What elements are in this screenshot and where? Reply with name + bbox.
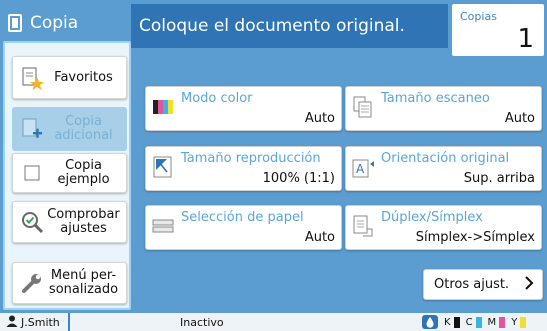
- duplex-simplex-label: Dúplex/Símplex: [381, 210, 483, 225]
- copy-screen: Copia Coloque el documento original. Cop…: [0, 0, 547, 331]
- original-orientation-value: Sup. arriba: [463, 171, 535, 186]
- additional-copy-label: Copia adicional: [54, 114, 113, 143]
- user-icon: [6, 315, 18, 330]
- custom-menu-label: Menú per- sonalizado: [48, 268, 119, 297]
- left-function-panel: Favoritos Copia adicional Copia ejemplo: [3, 41, 131, 310]
- favorites-icon: [19, 65, 45, 91]
- chevron-right-icon: [524, 275, 534, 294]
- paper-selection-tile[interactable]: Selección de papel Auto: [145, 205, 342, 250]
- magnifier-check-icon: [19, 209, 45, 235]
- scan-size-label: Tamaño escaneo: [381, 91, 490, 106]
- paper-selection-value: Auto: [304, 230, 335, 245]
- custom-menu-button[interactable]: Menú per- sonalizado: [12, 262, 127, 304]
- color-mode-icon: [152, 96, 174, 118]
- ink-y-bar: [520, 316, 527, 328]
- additional-copy-button[interactable]: Copia adicional: [12, 107, 127, 151]
- user-name: J.Smith: [21, 316, 60, 329]
- color-mode-tile[interactable]: Modo color Auto: [145, 86, 342, 131]
- status-bar: J.Smith Inactivo K C M Y: [0, 313, 547, 331]
- message-bar: Coloque el documento original.: [131, 4, 448, 48]
- ink-levels: K C M Y: [422, 315, 527, 329]
- color-mode-label: Modo color: [181, 91, 253, 106]
- original-orientation-label: Orientación original: [381, 151, 510, 166]
- scan-size-tile[interactable]: Tamaño escaneo Auto: [345, 86, 542, 131]
- other-settings-button[interactable]: Otros ajust.: [423, 269, 543, 300]
- scan-size-value: Auto: [504, 111, 535, 126]
- copy-icon: [8, 14, 22, 32]
- orientation-icon: A: [352, 156, 374, 178]
- check-settings-button[interactable]: Comprobar ajustes: [12, 201, 127, 243]
- ink-m-label: M: [487, 316, 497, 328]
- scan-size-icon: [352, 96, 374, 118]
- copies-counter[interactable]: Copias 1: [452, 4, 544, 56]
- sample-copy-button[interactable]: Copia ejemplo: [12, 153, 127, 193]
- wrench-icon: [19, 270, 45, 296]
- copies-value: 1: [517, 24, 534, 54]
- ink-m-bar: [499, 316, 506, 328]
- other-settings-label: Otros ajust.: [434, 277, 510, 292]
- paper-select-icon: [152, 215, 174, 237]
- app-title: Copia: [8, 10, 78, 36]
- favorites-button[interactable]: Favoritos: [12, 56, 127, 99]
- paper-selection-label: Selección de papel: [181, 210, 304, 225]
- duplex-simplex-tile[interactable]: Dúplex/Símplex Símplex->Símplex: [345, 205, 542, 250]
- reproduction-size-icon: [152, 156, 174, 178]
- message-text: Coloque el documento original.: [139, 16, 405, 36]
- app-title-label: Copia: [30, 13, 79, 33]
- copies-label: Copias: [460, 10, 497, 23]
- color-mode-value: Auto: [304, 111, 335, 126]
- duplex-icon: [352, 215, 374, 237]
- ink-c-bar: [475, 316, 482, 328]
- user-indicator[interactable]: J.Smith: [6, 315, 60, 330]
- add-copy-icon: [19, 116, 45, 142]
- reproduction-size-tile[interactable]: Tamaño reproducción 100% (1:1): [145, 146, 342, 191]
- ink-y-label: Y: [511, 316, 518, 328]
- favorites-label: Favoritos: [54, 69, 113, 85]
- ink-c-label: C: [465, 316, 473, 328]
- checkbox-icon: [19, 160, 45, 186]
- machine-status: Inactivo: [180, 316, 224, 329]
- ink-k-bar: [453, 316, 460, 328]
- ink-k-label: K: [444, 316, 451, 328]
- check-settings-label: Comprobar ajustes: [47, 207, 120, 236]
- ink-drop-icon: [422, 315, 438, 329]
- original-orientation-tile[interactable]: A Orientación original Sup. arriba: [345, 146, 542, 191]
- reproduction-size-label: Tamaño reproducción: [181, 151, 321, 166]
- duplex-simplex-value: Símplex->Símplex: [415, 230, 535, 245]
- svg-text:A: A: [356, 162, 365, 176]
- reproduction-size-value: 100% (1:1): [262, 171, 335, 186]
- sample-copy-label: Copia ejemplo: [57, 158, 110, 187]
- user-divider: [68, 313, 70, 331]
